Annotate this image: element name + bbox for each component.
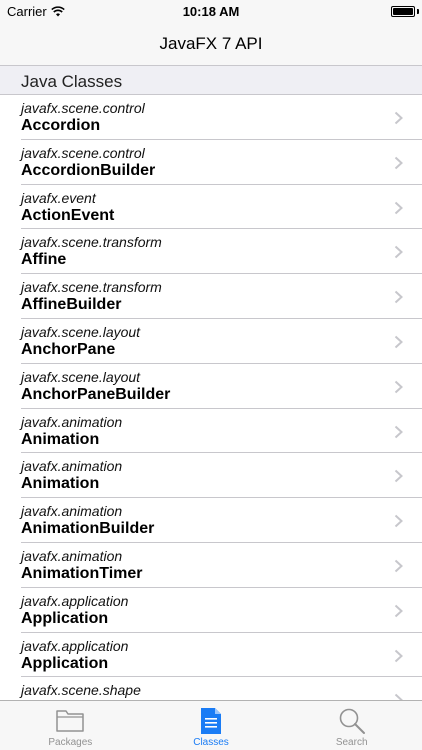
row-package-label: javafx.scene.layout <box>21 368 141 385</box>
navigation-bar: JavaFX 7 API <box>0 22 422 66</box>
folder-icon <box>56 710 85 732</box>
row-package-label: javafx.scene.shape <box>21 682 141 699</box>
row-package-label: javafx.scene.control <box>21 144 145 161</box>
class-list[interactable]: javafx.scene.control Accordion javafx.scen… <box>0 95 422 700</box>
row-class-name: AnimationTimer <box>21 564 143 582</box>
list-item[interactable]: javafx.application Application <box>0 587 422 633</box>
list-item[interactable]: javafx.scene.layout AnchorPane <box>0 318 422 364</box>
document-icon <box>201 708 221 734</box>
section-header: Java Classes <box>0 66 422 95</box>
row-package-label: javafx.application <box>21 592 129 609</box>
battery-tip <box>417 9 419 14</box>
row-class-name: AnchorPaneBuilder <box>21 385 171 403</box>
tab-search-label: Search <box>335 737 368 748</box>
tab-classes-label: Classes <box>193 737 229 748</box>
section-header-label: Java Classes <box>21 72 123 91</box>
tab-classes[interactable]: Classes <box>141 701 282 750</box>
tab-packages-label: Packages <box>48 737 93 748</box>
row-class-name: AffineBuilder <box>21 296 122 314</box>
row-package-label: javafx.scene.control <box>21 100 145 116</box>
list-item[interactable]: javafx.animation AnimationBuilder <box>0 498 422 543</box>
row-class-name: Application <box>21 609 109 627</box>
tab-bar: Packages Classes Search <box>0 700 422 750</box>
row-class-name: Application <box>21 654 109 672</box>
chevron-right-icon <box>394 514 403 528</box>
status-bar: Carrier 10:18 AM <box>0 0 422 22</box>
list-item[interactable]: javafx.scene.shape <box>0 677 422 700</box>
row-class-name: Animation <box>21 430 100 448</box>
chevron-right-icon <box>394 111 403 125</box>
chevron-right-icon <box>394 335 403 349</box>
chevron-right-icon <box>394 559 403 573</box>
chevron-right-icon <box>394 290 403 304</box>
row-package-label: javafx.scene.layout <box>21 323 141 340</box>
tab-search[interactable]: Search <box>281 701 422 750</box>
row-package-label: javafx.scene.transform <box>21 234 162 251</box>
list-item[interactable]: javafx.event ActionEvent <box>0 184 422 230</box>
chevron-right-icon <box>394 156 403 170</box>
chevron-right-icon <box>394 246 403 259</box>
list-item[interactable]: javafx.animation AnimationTimer <box>0 542 422 588</box>
list-item[interactable]: javafx.scene.transform AffineBuilder <box>0 274 422 319</box>
row-class-name: AnimationBuilder <box>21 520 155 538</box>
row-package-label: javafx.scene.transform <box>21 279 162 296</box>
row-package-label: javafx.animation <box>21 503 123 520</box>
chevron-right-icon <box>394 694 403 700</box>
chevron-right-icon <box>394 604 403 618</box>
row-package-label: javafx.application <box>21 637 129 654</box>
list-item[interactable]: javafx.scene.layout AnchorPaneBuilder <box>0 363 422 409</box>
list-item[interactable]: javafx.application Application <box>0 632 422 678</box>
row-package-label: javafx.animation <box>21 458 123 475</box>
list-item[interactable]: javafx.animation Animation <box>0 408 422 454</box>
row-class-name: Affine <box>21 251 67 269</box>
magnifier-icon <box>339 708 365 734</box>
row-class-name: AnchorPane <box>21 340 116 358</box>
status-time: 10:18 AM <box>182 4 240 19</box>
chevron-right-icon <box>394 201 403 214</box>
list-item[interactable]: javafx.scene.transform Affine <box>0 229 422 275</box>
page-title: JavaFX 7 API <box>159 34 263 53</box>
list-item[interactable]: javafx.scene.control AccordionBuilder <box>0 139 422 185</box>
chevron-right-icon <box>394 470 403 483</box>
list-item[interactable]: javafx.animation Animation <box>0 453 422 499</box>
chevron-right-icon <box>394 380 403 394</box>
row-package-label: javafx.event <box>21 189 96 206</box>
chevron-right-icon <box>394 425 403 438</box>
list-item[interactable]: javafx.scene.control Accordion <box>0 95 422 140</box>
row-class-name: ActionEvent <box>21 206 115 224</box>
tab-packages[interactable]: Packages <box>0 701 141 750</box>
row-class-name: Accordion <box>21 117 101 134</box>
row-package-label: javafx.animation <box>21 413 123 430</box>
row-class-name: AccordionBuilder <box>21 161 156 179</box>
row-package-label: javafx.animation <box>21 547 123 564</box>
row-class-name: Animation <box>21 475 100 493</box>
chevron-right-icon <box>394 649 403 662</box>
battery-icon <box>391 6 415 17</box>
